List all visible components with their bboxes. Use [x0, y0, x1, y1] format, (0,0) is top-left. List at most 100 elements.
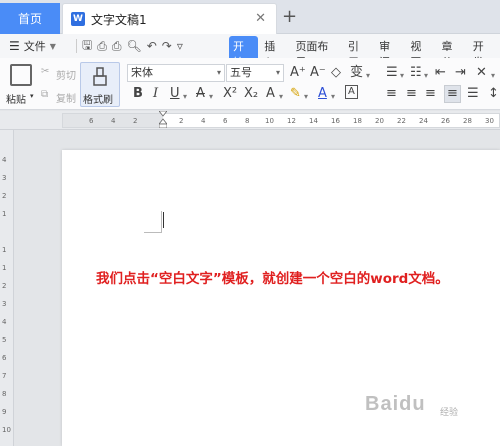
print-icon[interactable]: ⎙ — [112, 39, 122, 54]
format-painter-button[interactable]: 格式刷 — [80, 62, 120, 107]
chevron-down-icon[interactable]: ▾ — [331, 89, 335, 105]
clipboard-icon — [10, 64, 32, 86]
ribbon: 粘贴 ▾ ✂ 剪切 ⧉ 复制 格式刷 宋体 ▾ 五号 ▾ A⁺ A⁻ ◇ 变 ▾… — [0, 58, 500, 110]
brush-icon — [93, 67, 107, 86]
ruler-tick-label: 3 — [2, 300, 7, 308]
ruler-tick-label: 16 — [331, 117, 340, 125]
baidu-watermark-logo: Baidu — [365, 393, 426, 415]
ruler-tick-label: 4 — [201, 117, 206, 125]
italic-icon[interactable]: I — [153, 86, 158, 102]
ruler-tick-label: 26 — [441, 117, 450, 125]
chevron-down-icon[interactable]: ▾ — [366, 68, 370, 84]
line-spacing-icon[interactable]: ↕ — [488, 86, 499, 102]
paste-dropdown-icon[interactable]: ▾ — [30, 92, 34, 100]
ruler-tick-label: 6 — [223, 117, 228, 125]
chevron-down-icon[interactable]: ▾ — [183, 89, 187, 105]
text-cursor — [163, 212, 164, 228]
font-size-value: 五号 — [230, 66, 252, 79]
ruler-track: 6 4 2 2 4 6 8 10 12 14 16 18 20 22 24 26… — [62, 113, 500, 128]
chevron-down-icon[interactable]: ▾ — [400, 68, 404, 84]
tab-document[interactable]: W 文字文稿1 ✕ — [62, 3, 277, 34]
chinese-layout-icon[interactable]: ✕ — [476, 65, 487, 81]
chevron-down-icon: ▾ — [275, 68, 280, 77]
chevron-down-icon[interactable]: ▾ — [209, 89, 213, 105]
character-border-icon[interactable]: A — [345, 85, 358, 99]
ruler-tick-label: 4 — [2, 156, 7, 164]
print-preview-icon[interactable]: 🔍︎ — [126, 39, 141, 53]
ruler-tick-label: 22 — [397, 117, 406, 125]
paste-label: 粘贴 — [6, 95, 26, 106]
bold-icon[interactable]: B — [133, 86, 143, 102]
redo-icon[interactable]: ↷ — [162, 39, 172, 53]
decrease-indent-icon[interactable]: ⇤ — [435, 65, 446, 81]
numbered-list-icon[interactable]: ☷ — [410, 65, 422, 81]
ruler-tick-label: 18 — [353, 117, 362, 125]
chevron-down-icon[interactable]: ▾ — [491, 68, 495, 84]
customize-qat-icon[interactable]: ▿ — [177, 39, 183, 53]
margin-corner-mark — [144, 211, 162, 233]
export-pdf-icon[interactable]: ⎙ — [97, 39, 107, 54]
superscript-icon[interactable]: X² — [223, 86, 237, 102]
hamburger-icon: ☰ — [9, 39, 20, 53]
format-painter-label: 格式刷 — [83, 95, 113, 106]
ruler-tick-label: 6 — [2, 354, 7, 362]
ruler-tick-label: 2 — [2, 192, 7, 200]
align-center-icon[interactable]: ≡ — [406, 86, 417, 102]
ruler-tick-label: 1 — [2, 210, 7, 218]
document-title: 文字文稿1 — [91, 12, 147, 27]
close-tab-icon[interactable]: ✕ — [255, 11, 266, 26]
font-name-select[interactable]: 宋体 ▾ — [127, 64, 225, 82]
chevron-down-icon[interactable]: ▾ — [424, 68, 428, 84]
document-page[interactable]: 我们点击“空白文字”模板，就创建一个空白的word文档。 — [62, 150, 500, 446]
undo-icon[interactable]: ↶ — [147, 39, 157, 53]
copy-icon: ⧉ — [41, 89, 49, 100]
underline-icon[interactable]: U — [170, 86, 180, 102]
subscript-icon[interactable]: X₂ — [244, 86, 258, 102]
increase-indent-icon[interactable]: ⇥ — [455, 65, 466, 81]
copy-button[interactable]: 复制 — [56, 90, 76, 105]
align-right-icon[interactable]: ≡ — [425, 86, 436, 102]
align-left-icon[interactable]: ≡ — [386, 86, 397, 102]
vertical-ruler: 4 3 2 1 1 1 2 3 4 5 6 7 8 9 10 — [0, 130, 14, 446]
ruler-tick-label: 10 — [265, 117, 274, 125]
justify-icon[interactable]: ≡ — [444, 85, 461, 103]
font-size-select[interactable]: 五号 ▾ — [226, 64, 284, 82]
horizontal-ruler: 6 4 2 2 4 6 8 10 12 14 16 18 20 22 24 26… — [0, 111, 500, 130]
quick-access-toolbar: 🖫 ⎙ ⎙ 🔍︎ ↶ ↷ ▿ — [76, 36, 183, 57]
wps-writer-icon: W — [71, 12, 85, 26]
font-color-icon[interactable]: A — [318, 86, 327, 102]
baidu-watermark-sub: 经验 — [440, 408, 459, 418]
text-effect-icon[interactable]: A — [266, 86, 275, 102]
clear-format-icon[interactable]: ◇ — [331, 65, 341, 81]
ruler-tick-label: 3 — [2, 174, 7, 182]
pinyin-guide-icon[interactable]: 变 — [350, 65, 363, 81]
ruler-tick-label: 1 — [2, 264, 7, 272]
font-name-value: 宋体 — [131, 66, 153, 79]
distributed-align-icon[interactable]: ☰ — [467, 86, 479, 102]
new-tab-icon[interactable]: + — [282, 6, 297, 27]
ruler-tick-label: 2 — [179, 117, 184, 125]
chevron-down-icon[interactable]: ▾ — [279, 89, 283, 105]
divider — [76, 39, 77, 53]
save-icon[interactable]: 🖫 — [82, 36, 92, 57]
ruler-tick-label: 6 — [89, 117, 94, 125]
file-menu-label: 文件 — [23, 40, 46, 53]
increase-font-icon[interactable]: A⁺ — [290, 65, 306, 81]
ruler-tick-label: 24 — [419, 117, 428, 125]
ruler-tick-label: 30 — [485, 117, 494, 125]
ruler-tick-label: 2 — [133, 117, 138, 125]
ruler-tick-label: 5 — [2, 336, 7, 344]
indent-marker-icon[interactable] — [159, 111, 167, 128]
ruler-tick-label: 14 — [309, 117, 318, 125]
cut-button[interactable]: 剪切 — [56, 67, 76, 82]
highlight-icon[interactable]: ✎ — [290, 86, 301, 102]
ruler-tick-label: 12 — [287, 117, 296, 125]
decrease-font-icon[interactable]: A⁻ — [310, 65, 326, 81]
file-menu[interactable]: ☰ 文件 ▼ — [0, 38, 70, 54]
chevron-down-icon[interactable]: ▾ — [304, 89, 308, 105]
ruler-tick-label: 4 — [2, 318, 7, 326]
ruler-tick-label: 7 — [2, 372, 7, 380]
tab-home[interactable]: 首页 — [0, 3, 60, 34]
strikethrough-icon[interactable]: A — [196, 86, 205, 102]
bullet-list-icon[interactable]: ☰ — [386, 65, 398, 81]
